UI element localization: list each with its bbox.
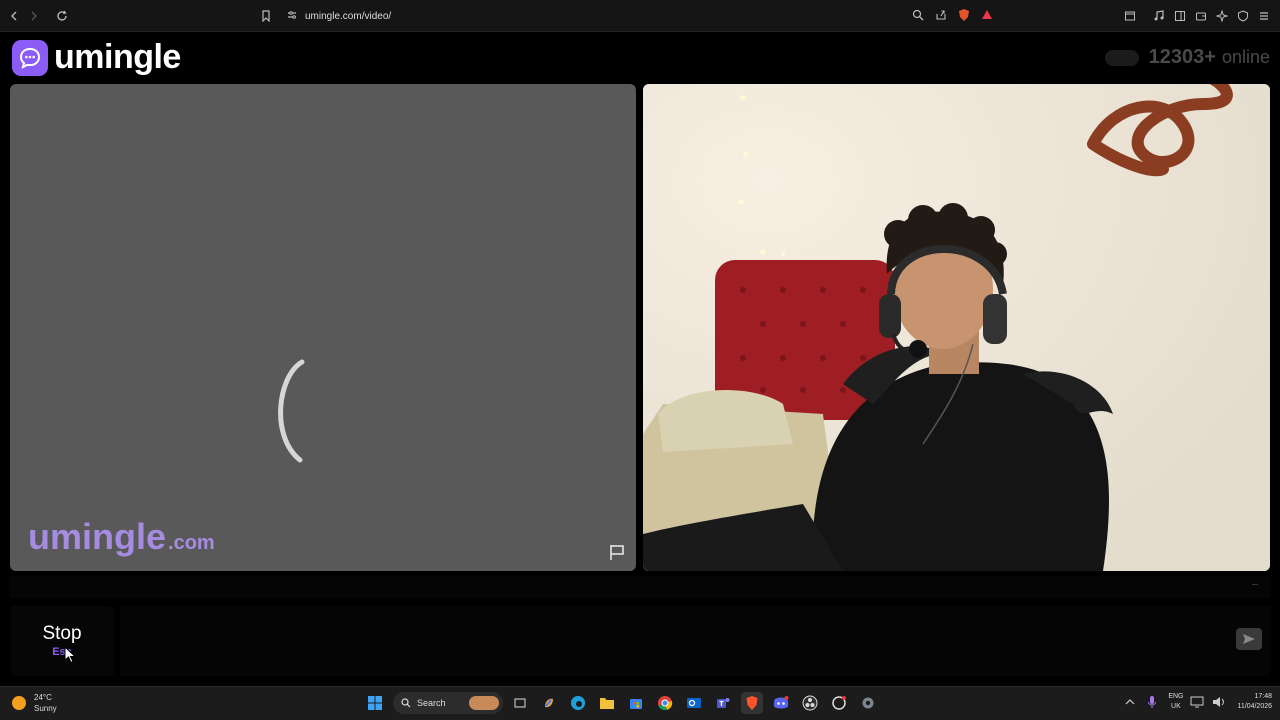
watermark-main: umingle xyxy=(28,516,167,557)
online-counter: 12303+ online xyxy=(1104,46,1270,69)
menu-icon[interactable] xyxy=(1254,6,1274,26)
system-clock[interactable]: 17:48 11/04/2026 xyxy=(1237,692,1272,712)
brave-shield-icon[interactable] xyxy=(954,5,973,25)
lang-bottom: UK xyxy=(1171,703,1181,710)
stranger-video-panel: umingle .com xyxy=(10,84,636,571)
stop-button[interactable]: Stop Esc xyxy=(10,606,114,676)
leo-ai-icon[interactable] xyxy=(1212,6,1232,26)
logo-text: umingle xyxy=(54,38,181,76)
media-icon[interactable] xyxy=(1149,6,1169,26)
network-icon[interactable] xyxy=(1189,694,1205,710)
send-button[interactable] xyxy=(1236,628,1262,650)
clock-date: 11/04/2026 xyxy=(1237,703,1272,710)
site-logo[interactable]: umingle xyxy=(12,38,181,77)
brave-rewards-icon[interactable] xyxy=(977,5,996,25)
share-icon[interactable] xyxy=(931,5,950,25)
camera-feed-image xyxy=(643,84,1270,571)
edge-icon[interactable] xyxy=(567,692,589,714)
status-strip xyxy=(10,576,1270,598)
windows-taskbar: 24°C Sunny Search ENG UK 17:48 11/04/202… xyxy=(0,686,1280,720)
language-indicator[interactable]: ENG UK xyxy=(1168,692,1183,712)
weather-condition: Sunny xyxy=(34,704,57,713)
settings-icon[interactable] xyxy=(857,692,879,714)
online-count: 12303+ xyxy=(1148,46,1216,68)
discord-icon[interactable] xyxy=(770,692,792,714)
address-bar[interactable]: umingle.com/video/ xyxy=(280,5,1000,27)
report-flag-icon[interactable] xyxy=(608,543,626,561)
strip-dash xyxy=(1252,584,1258,585)
theme-toggle[interactable] xyxy=(1104,49,1139,66)
chat-controls: Stop Esc xyxy=(0,604,1280,680)
sidebar-icon[interactable] xyxy=(1170,6,1190,26)
search-highlight-image xyxy=(469,696,499,710)
loading-spinner-icon xyxy=(278,359,305,463)
outlook-icon[interactable] xyxy=(683,692,705,714)
tab-search-icon[interactable] xyxy=(1120,6,1140,26)
weather-widget[interactable]: 24°C Sunny xyxy=(12,692,57,714)
online-label: online xyxy=(1221,47,1270,67)
bookmark-icon[interactable] xyxy=(256,6,276,26)
taskbar-search[interactable]: Search xyxy=(393,692,503,714)
file-explorer-icon[interactable] xyxy=(596,692,618,714)
reload-icon[interactable] xyxy=(52,6,72,26)
site-header: umingle 12303+ online xyxy=(0,32,1280,84)
vpn-icon[interactable] xyxy=(1233,6,1253,26)
weather-temperature: 24°C xyxy=(34,693,52,702)
self-camera-panel xyxy=(643,84,1270,571)
lang-top: ENG xyxy=(1168,693,1184,700)
forward-icon[interactable] xyxy=(24,6,44,26)
watermark-tld: .com xyxy=(168,532,215,554)
search-label: Search xyxy=(417,698,446,708)
chevron-up-icon[interactable] xyxy=(1122,694,1138,710)
copilot-icon[interactable] xyxy=(538,692,560,714)
mouse-cursor-icon xyxy=(64,646,77,664)
chat-bubble-icon xyxy=(12,39,48,76)
search-icon xyxy=(401,698,411,708)
store-icon[interactable] xyxy=(625,692,647,714)
chatgpt-icon[interactable] xyxy=(828,692,850,714)
wallet-icon[interactable] xyxy=(1191,6,1211,26)
browser-toolbar: umingle.com/video/ xyxy=(0,0,1280,32)
microphone-icon[interactable] xyxy=(1144,694,1160,710)
task-view-icon[interactable] xyxy=(509,692,531,714)
stop-label: Stop xyxy=(42,623,82,644)
chrome-icon[interactable] xyxy=(654,692,676,714)
send-icon xyxy=(1243,634,1255,644)
url-text: umingle.com/video/ xyxy=(305,10,392,22)
teams-icon[interactable] xyxy=(712,692,734,714)
sun-icon xyxy=(12,696,26,710)
clock-time: 17:48 xyxy=(1254,693,1272,700)
chat-message-input[interactable] xyxy=(120,606,1270,676)
windows-start-icon[interactable] xyxy=(364,692,386,714)
system-tray: ENG UK 17:48 11/04/2026 xyxy=(1116,692,1272,712)
zoom-icon[interactable] xyxy=(908,5,927,25)
obs-icon[interactable] xyxy=(799,692,821,714)
volume-icon[interactable] xyxy=(1211,694,1227,710)
site-info-icon[interactable] xyxy=(286,9,300,23)
site-watermark: umingle .com xyxy=(28,516,215,558)
brave-taskbar-icon[interactable] xyxy=(741,692,763,714)
back-icon[interactable] xyxy=(4,6,24,26)
